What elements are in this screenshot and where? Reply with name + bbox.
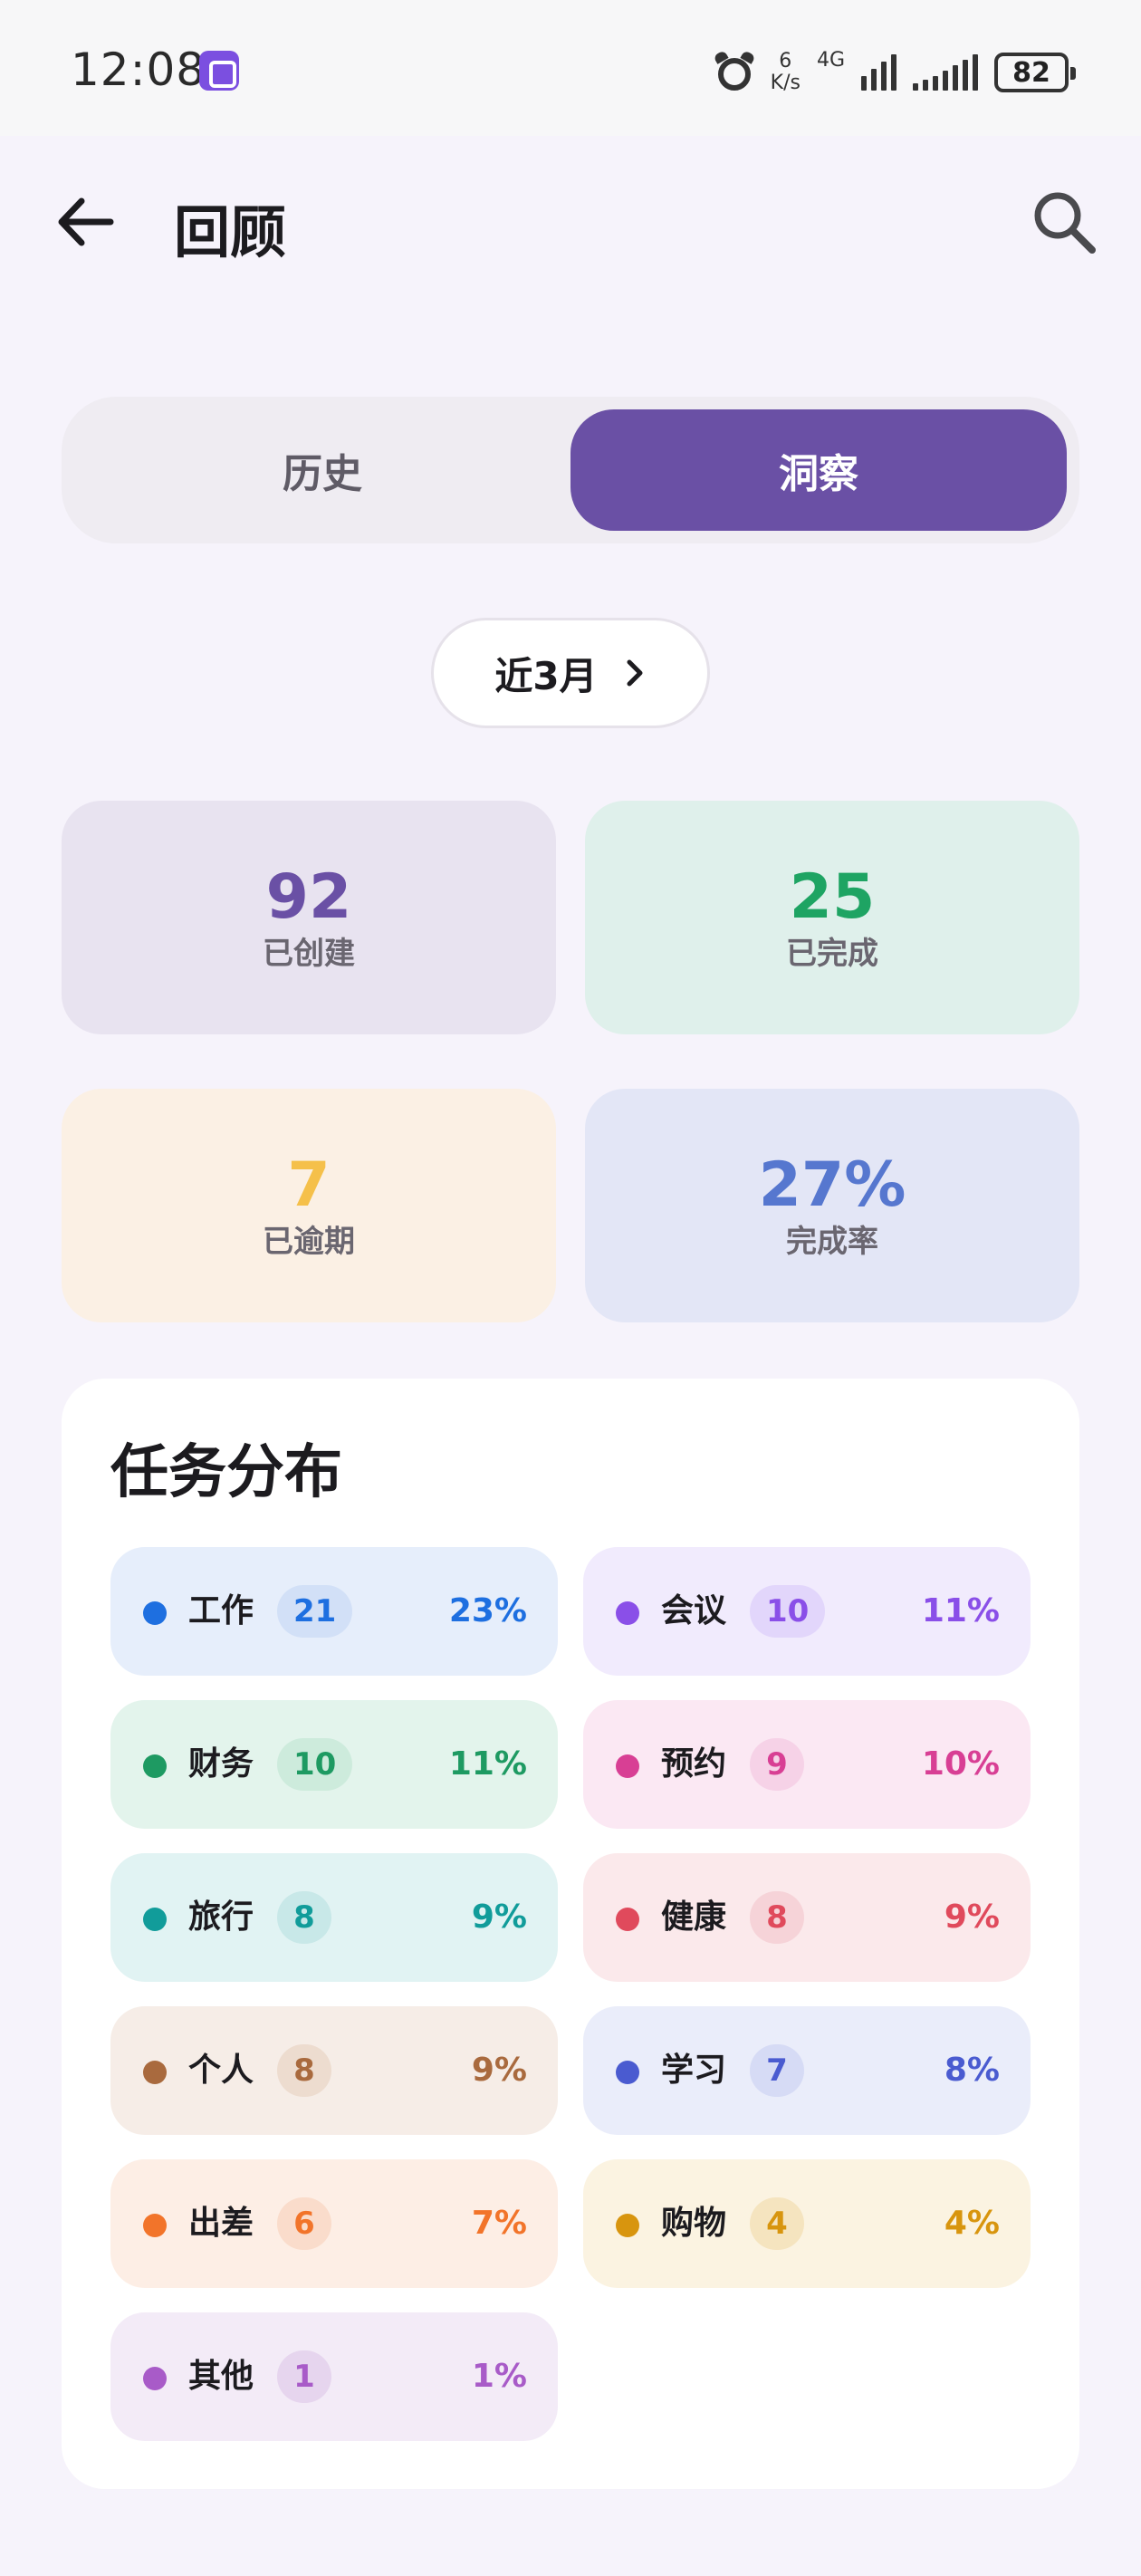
category-name: 出差 <box>188 2205 254 2242</box>
view-tabs: 历史 洞察 <box>62 397 1079 543</box>
chevron-right-icon <box>627 659 643 687</box>
distribution-title: 任务分布 <box>110 1439 342 1506</box>
category-percent: 9% <box>471 2052 527 2089</box>
category-name: 健康 <box>661 1898 727 1936</box>
category-name: 个人 <box>188 2052 254 2089</box>
category-dot-icon <box>143 2061 167 2084</box>
category-name: 购物 <box>661 2205 727 2242</box>
date-range-label: 近3月 <box>494 653 598 698</box>
category-name: 财务 <box>188 1745 254 1783</box>
category-percent: 8% <box>944 2052 1000 2089</box>
category-name: 工作 <box>188 1592 254 1629</box>
category-name: 会议 <box>661 1592 727 1629</box>
category-count: 1 <box>277 2350 331 2403</box>
category-count: 10 <box>277 1738 353 1791</box>
category-percent: 11% <box>921 1592 1000 1629</box>
stat-completed-card: 25 已完成 <box>585 801 1079 1034</box>
category-count: 8 <box>750 1891 804 1944</box>
stat-completed-value: 25 <box>789 861 876 933</box>
category-chip[interactable]: 旅行 8 9% <box>110 1853 558 1982</box>
category-chip[interactable]: 健康 8 9% <box>583 1853 1031 1982</box>
category-name: 其他 <box>188 2358 254 2395</box>
stat-rate-value: 27% <box>758 1149 906 1221</box>
network-speed-unit: K/s <box>770 72 801 94</box>
category-percent: 7% <box>471 2205 527 2242</box>
category-chip[interactable]: 其他 1 1% <box>110 2312 558 2441</box>
category-dot-icon <box>143 2367 167 2390</box>
stat-overdue-card: 7 已逾期 <box>62 1089 556 1322</box>
search-button[interactable] <box>1023 181 1105 263</box>
date-range-selector[interactable]: 近3月 <box>431 618 710 728</box>
category-count: 4 <box>750 2197 804 2250</box>
category-percent: 1% <box>471 2358 527 2395</box>
network-speed-value: 6 <box>779 50 792 72</box>
stat-rate-label: 完成率 <box>786 1224 878 1260</box>
category-count: 8 <box>277 1891 331 1944</box>
category-dot-icon <box>143 1908 167 1931</box>
status-time: 12:08 <box>71 43 206 96</box>
category-count: 7 <box>750 2044 804 2097</box>
tab-insights[interactable]: 洞察 <box>570 409 1067 531</box>
tab-history[interactable]: 历史 <box>74 409 570 531</box>
signal-icon <box>861 54 896 91</box>
category-dot-icon <box>616 1754 639 1778</box>
category-percent: 23% <box>448 1592 527 1629</box>
category-chip[interactable]: 购物 4 4% <box>583 2159 1031 2288</box>
insights-screen: 12:08 6 K/s 4G 82 回顾 历史 洞察 近3月 92 已创建 25… <box>0 0 1141 2576</box>
category-dot-icon <box>143 2214 167 2237</box>
category-percent: 9% <box>471 1898 527 1936</box>
signal-2-icon <box>913 54 978 91</box>
category-percent: 4% <box>944 2205 1000 2242</box>
category-dot-icon <box>143 1754 167 1778</box>
category-chip[interactable]: 预约 9 10% <box>583 1700 1031 1829</box>
stat-created-card: 92 已创建 <box>62 801 556 1034</box>
stat-rate-card: 27% 完成率 <box>585 1089 1079 1322</box>
stat-completed-label: 已完成 <box>786 936 878 972</box>
category-count: 6 <box>277 2197 331 2250</box>
category-chip[interactable]: 会议 10 11% <box>583 1547 1031 1676</box>
category-chip[interactable]: 个人 8 9% <box>110 2006 558 2135</box>
network-type: 4G <box>816 48 845 72</box>
page-title: 回顾 <box>174 199 287 265</box>
category-chip[interactable]: 财务 10 11% <box>110 1700 558 1829</box>
battery-icon: 82 <box>994 53 1076 92</box>
search-icon <box>1034 192 1096 254</box>
battery-level: 82 <box>1012 56 1050 89</box>
top-app-bar: 回顾 <box>0 154 1141 290</box>
app-notification-icon <box>199 51 239 91</box>
category-name: 旅行 <box>188 1898 254 1936</box>
category-dot-icon <box>616 2061 639 2084</box>
category-count: 8 <box>277 2044 331 2097</box>
category-count: 21 <box>277 1585 353 1638</box>
stat-created-label: 已创建 <box>263 936 355 972</box>
category-dot-icon <box>143 1601 167 1625</box>
category-name: 预约 <box>661 1745 727 1783</box>
category-count: 10 <box>750 1585 826 1638</box>
status-bar: 12:08 6 K/s 4G 82 <box>0 0 1141 136</box>
category-percent: 10% <box>921 1745 1000 1783</box>
arrow-left-icon <box>58 197 114 246</box>
category-dot-icon <box>616 2214 639 2237</box>
stat-overdue-label: 已逾期 <box>263 1224 355 1260</box>
category-dot-icon <box>616 1908 639 1931</box>
category-chip[interactable]: 出差 6 7% <box>110 2159 558 2288</box>
status-icons: 6 K/s 4G 82 <box>713 45 1076 100</box>
category-percent: 11% <box>448 1745 527 1783</box>
alarm-icon <box>713 50 756 92</box>
network-speed: 6 K/s <box>771 51 801 94</box>
stat-overdue-value: 7 <box>287 1149 331 1221</box>
back-button[interactable] <box>47 181 129 263</box>
category-chip[interactable]: 工作 21 23% <box>110 1547 558 1676</box>
category-chip[interactable]: 学习 7 8% <box>583 2006 1031 2135</box>
stat-created-value: 92 <box>265 861 352 933</box>
category-percent: 9% <box>944 1898 1000 1936</box>
category-name: 学习 <box>661 2052 727 2089</box>
category-dot-icon <box>616 1601 639 1625</box>
task-distribution-card: 任务分布 工作 21 23% 会议 10 11% 财务 10 11% 预约 9 … <box>62 1379 1079 2489</box>
category-count: 9 <box>750 1738 804 1791</box>
